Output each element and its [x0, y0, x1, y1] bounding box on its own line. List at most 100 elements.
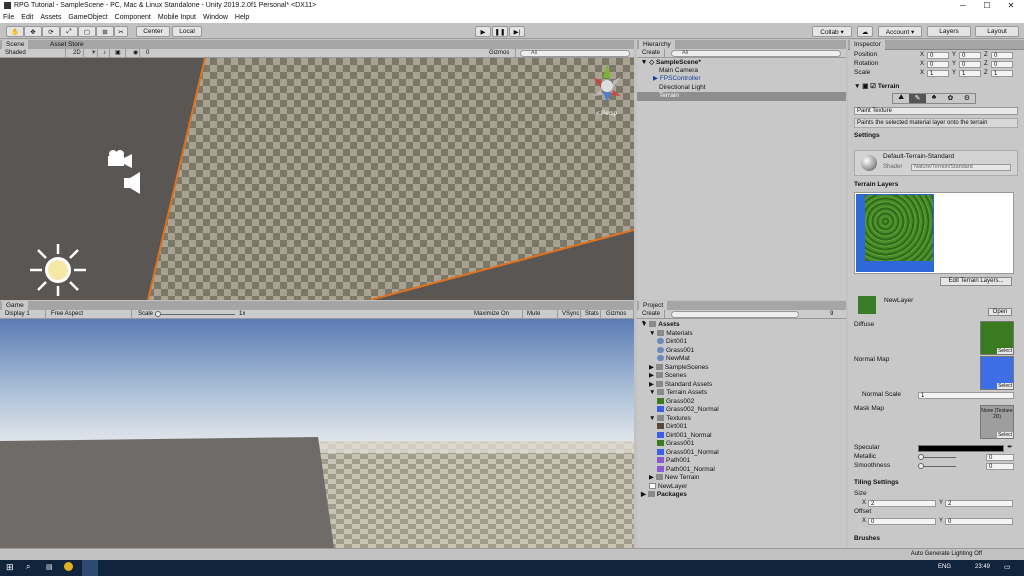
scene-search-input[interactable]: All	[520, 50, 630, 57]
maximize-button[interactable]: ☐	[976, 0, 998, 11]
menu-window[interactable]: Window	[203, 14, 228, 21]
hierarchy-item-terrain[interactable]: Terrain	[637, 92, 846, 101]
custom-tool-icon[interactable]: ✂	[114, 26, 128, 37]
windows-start-icon[interactable]: ⊞	[6, 562, 14, 573]
shader-dropdown[interactable]: Nature/Terrain/Standard	[911, 164, 1011, 171]
terrain-layers-list[interactable]	[854, 192, 1014, 274]
specular-color-field[interactable]	[918, 445, 1004, 452]
step-button[interactable]: ▶|	[509, 26, 525, 37]
rot-y-field[interactable]: 0	[959, 61, 981, 68]
scl-y-field[interactable]: 1	[959, 70, 981, 77]
size-y-field[interactable]: 2	[945, 500, 1013, 507]
collapse-arrow-icon[interactable]: ▶	[641, 491, 648, 498]
menu-assets[interactable]: Assets	[40, 14, 61, 21]
collapse-arrow-icon[interactable]: ▶	[649, 474, 656, 481]
chrome-icon[interactable]	[64, 562, 73, 571]
cloud-icon[interactable]: ☁	[857, 26, 873, 37]
paint-brush-icon[interactable]: ✎	[909, 94, 926, 103]
unity-taskbar-icon[interactable]	[82, 560, 98, 576]
hand-tool-icon[interactable]: ✋	[6, 26, 24, 37]
smoothness-slider-handle[interactable]	[918, 463, 924, 469]
normal-scale-field[interactable]: 1	[918, 392, 1014, 399]
project-item[interactable]: ▼ Terrain Assets	[649, 389, 707, 398]
project-item[interactable]: ▶ Scenes	[649, 372, 687, 381]
smoothness-slider[interactable]	[920, 466, 956, 467]
scene-canvas[interactable]: < Persp	[0, 58, 634, 300]
mask-map-select-button[interactable]: Select	[997, 432, 1013, 438]
stats-toggle[interactable]: Stats	[582, 310, 601, 319]
project-item[interactable]: Path001_Normal	[657, 466, 715, 475]
menu-file[interactable]: File	[3, 14, 14, 21]
project-item[interactable]: Grass001_Normal	[657, 449, 719, 458]
open-layer-button[interactable]: Open	[988, 308, 1012, 316]
pause-button[interactable]: ❚❚	[492, 26, 508, 37]
project-item[interactable]: Dirt001_Normal	[657, 432, 712, 441]
project-item[interactable]: NewLayer	[649, 483, 687, 492]
project-item[interactable]: ▶ SampleScenes	[649, 364, 709, 373]
smoothness-field[interactable]: 0	[986, 463, 1014, 470]
rot-z-field[interactable]: 0	[991, 61, 1013, 68]
collapse-arrow-icon[interactable]: ▶	[649, 372, 656, 379]
menu-help[interactable]: Help	[235, 14, 249, 21]
project-item[interactable]: Grass002_Normal	[657, 406, 719, 415]
size-x-field[interactable]: 2	[868, 500, 936, 507]
hierarchy-create-button[interactable]: Create ▾	[639, 49, 665, 65]
scene-view[interactable]: < Persp	[0, 58, 634, 300]
expand-arrow-icon[interactable]: ▼	[649, 415, 657, 422]
expand-arrow-icon[interactable]: ▼	[649, 330, 657, 337]
sun-light-gizmo-icon[interactable]	[30, 244, 86, 296]
project-item[interactable]: Grass002	[657, 398, 694, 407]
maximize-on-play-toggle[interactable]: Maximize On Play	[471, 310, 523, 326]
pivot-toggle[interactable]: Center	[136, 26, 170, 37]
game-canvas[interactable]	[0, 319, 634, 548]
metallic-slider[interactable]	[920, 457, 956, 458]
diffuse-select-button[interactable]: Select	[997, 348, 1013, 354]
scale-slider-handle[interactable]	[155, 311, 161, 317]
audio-icon[interactable]: ♪	[100, 49, 110, 58]
menu-edit[interactable]: Edit	[21, 14, 33, 21]
rot-x-field[interactable]: 0	[927, 61, 949, 68]
project-item[interactable]: Dirt001	[657, 338, 687, 347]
metallic-slider-handle[interactable]	[918, 454, 924, 460]
project-item[interactable]: ▼ Assets	[641, 321, 680, 330]
search-icon[interactable]: ⌕	[26, 562, 30, 572]
normal-map-select-button[interactable]: Select	[997, 383, 1013, 389]
move-tool-icon[interactable]: ✥	[24, 26, 42, 37]
project-item[interactable]: ▼ Textures	[649, 415, 691, 424]
project-item[interactable]: ▶ New Terrain	[649, 474, 699, 483]
project-item[interactable]: ▶ Packages	[641, 491, 687, 500]
pos-x-field[interactable]: 0	[927, 52, 949, 59]
hierarchy-search-input[interactable]: All	[671, 50, 841, 57]
settings-gear-icon[interactable]: ⚙	[959, 94, 975, 103]
pos-z-field[interactable]: 0	[991, 52, 1013, 59]
aspect-dropdown[interactable]: Free Aspect	[48, 310, 132, 319]
project-search-input[interactable]	[671, 311, 799, 318]
project-item[interactable]: NewMat	[657, 355, 690, 364]
diffuse-texture-slot[interactable]: Select	[980, 321, 1014, 355]
hierarchy-item-fpscontroller[interactable]: ▶ FPSController	[653, 75, 701, 84]
layers-dropdown[interactable]: Layers	[927, 26, 971, 37]
tool-mode-dropdown[interactable]: Paint Texture	[854, 107, 1018, 115]
project-item[interactable]: ▼ Materials	[649, 330, 693, 339]
menu-component[interactable]: Component	[115, 14, 151, 21]
persp-label[interactable]: < Persp	[596, 111, 618, 117]
shading-mode-dropdown[interactable]: Shaded	[2, 49, 66, 58]
pos-y-field[interactable]: 0	[959, 52, 981, 59]
minimize-button[interactable]: ─	[952, 0, 974, 11]
tab-inspector[interactable]: Inspector	[850, 40, 885, 50]
detail-icon[interactable]: ✿	[942, 94, 958, 103]
project-item[interactable]: ▶ Standard Assets	[649, 381, 712, 390]
scl-z-field[interactable]: 1	[991, 70, 1013, 77]
notifications-icon[interactable]: ▭	[1004, 563, 1011, 571]
mask-map-texture-slot[interactable]: None (Texture 2D) Select	[980, 405, 1014, 439]
collab-dropdown[interactable]: Collab ▾	[812, 26, 852, 37]
close-button[interactable]: ✕	[1000, 0, 1022, 11]
lighting-status[interactable]: Auto Generate Lighting Off	[911, 551, 982, 557]
space-toggle[interactable]: Local	[172, 26, 202, 37]
rect-tool-icon[interactable]: ▢	[78, 26, 96, 37]
raise-terrain-icon[interactable]: ⛰	[893, 94, 909, 103]
play-button[interactable]: ▶	[475, 26, 491, 37]
expand-arrow-icon[interactable]: ▼	[641, 321, 649, 328]
game-gizmos-dropdown[interactable]: Gizmos ▾	[603, 310, 634, 326]
language-indicator[interactable]: ENG	[938, 564, 951, 570]
